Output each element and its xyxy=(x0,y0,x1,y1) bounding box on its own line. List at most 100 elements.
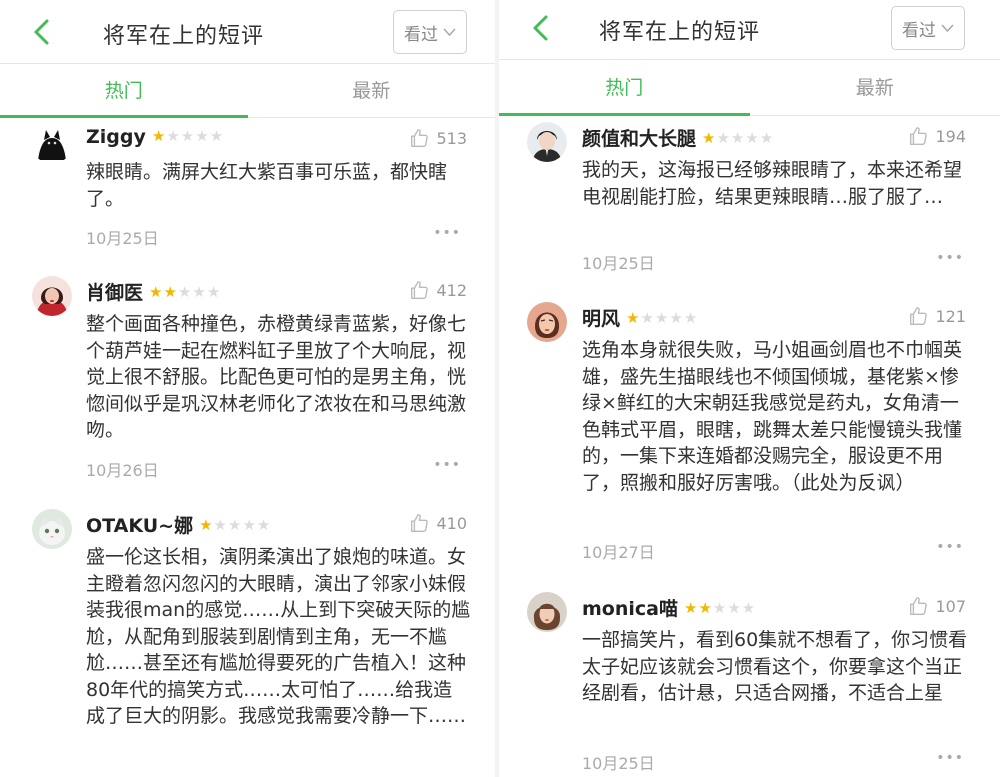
like-button[interactable]: 412 xyxy=(408,279,467,301)
username[interactable]: monica喵 ★★★★★ xyxy=(582,594,756,621)
comment-list: Ziggy ★★★★★ 513 辣眼睛。满屏大红大紫百事可乐蓝，都快瞎了。 10月… xyxy=(0,119,495,727)
star-filled-icon: ★ xyxy=(698,599,713,617)
star-empty-icon: ★ xyxy=(716,129,731,147)
star-empty-icon: ★ xyxy=(730,129,746,147)
star-filled-icon: ★ xyxy=(626,309,641,327)
username-text: Ziggy xyxy=(86,126,146,148)
star-filled-icon: ★ xyxy=(199,516,214,534)
rating-stars: ★★★★★ xyxy=(152,127,224,145)
star-empty-icon: ★ xyxy=(256,516,272,534)
seen-label: 看过 xyxy=(404,24,438,45)
star-filled-icon: ★ xyxy=(683,599,699,617)
like-button[interactable]: 513 xyxy=(408,127,467,149)
comment-text: 整个画面各种撞色，赤橙黄绿青蓝紫，好像七个葫芦娃一起在燃料缸子里放了个大响屁，视… xyxy=(86,313,467,441)
star-empty-icon: ★ xyxy=(741,599,757,617)
like-count: 194 xyxy=(935,126,966,146)
chevron-down-icon xyxy=(443,27,456,36)
thumbs-up-icon xyxy=(910,307,928,325)
more-dots-icon[interactable]: ••• xyxy=(936,539,964,555)
tab-hot-label: 热门 xyxy=(605,77,644,99)
back-icon[interactable] xyxy=(529,12,553,44)
like-button[interactable]: 121 xyxy=(907,305,966,327)
star-empty-icon: ★ xyxy=(228,516,243,534)
star-empty-icon: ★ xyxy=(759,129,775,147)
like-count: 121 xyxy=(935,306,966,326)
tab-latest[interactable]: 最新 xyxy=(248,64,496,117)
more-dots-icon[interactable]: ••• xyxy=(936,250,964,266)
username-text: monica喵 xyxy=(582,598,678,620)
star-empty-icon: ★ xyxy=(712,599,728,617)
username-text: OTAKU~娜 xyxy=(86,515,194,537)
comment-date: 10月25日 xyxy=(86,229,159,248)
tab-bar: 热门 最新 xyxy=(0,64,495,118)
like-count: 410 xyxy=(436,513,467,533)
header: 将军在上的短评 看过 xyxy=(0,0,495,64)
more-dots-icon[interactable]: ••• xyxy=(433,225,461,241)
thumbs-up-icon xyxy=(411,129,429,147)
tab-bar: 热门 最新 xyxy=(499,60,1000,116)
tab-latest[interactable]: 最新 xyxy=(750,60,1000,115)
seen-dropdown[interactable]: 看过 xyxy=(393,10,467,54)
header: 将军在上的短评 看过 xyxy=(499,0,1000,60)
like-count: 107 xyxy=(935,596,966,616)
rating-stars: ★★★★★ xyxy=(149,283,221,301)
avatar[interactable] xyxy=(527,122,567,162)
comment-text: 一部搞笑片，看到60集就不想看了，你习惯看太子妃应该就会习惯看这个，你要拿这个当… xyxy=(582,629,968,704)
star-empty-icon: ★ xyxy=(640,309,655,327)
seen-dropdown[interactable]: 看过 xyxy=(891,6,965,50)
tab-hot-label: 热门 xyxy=(104,80,143,102)
tab-latest-label: 最新 xyxy=(855,77,894,99)
comment-item: OTAKU~娜 ★★★★★ 410 盛一伦这长相，演阴柔演出了娘炮的味道。女主瞪着… xyxy=(0,504,495,777)
star-empty-icon: ★ xyxy=(242,516,257,534)
username-text: 肖御医 xyxy=(86,282,144,304)
username[interactable]: 明风 ★★★★★ xyxy=(582,304,698,331)
tab-latest-label: 最新 xyxy=(352,80,391,102)
rating-stars: ★★★★★ xyxy=(199,516,271,534)
avatar[interactable] xyxy=(32,509,72,549)
star-empty-icon: ★ xyxy=(206,283,222,301)
chevron-down-icon xyxy=(941,23,954,32)
username[interactable]: Ziggy ★★★★★ xyxy=(86,126,224,148)
more-dots-icon[interactable]: ••• xyxy=(936,750,964,766)
comment-text: 盛一伦这长相，演阴柔演出了娘炮的味道。女主瞪着忽闪忽闪的大眼睛，演出了邻家小妹假… xyxy=(86,546,471,727)
comment-text: 选角本身就很失败，马小姐画剑眉也不巾帼英雄，盛先生描眼线也不倾国倾城，基佬紫×惨… xyxy=(582,339,963,494)
username[interactable]: 颜值和大长腿 ★★★★★ xyxy=(582,124,774,151)
rating-stars: ★★★★★ xyxy=(684,599,756,617)
star-filled-icon: ★ xyxy=(151,127,167,145)
star-empty-icon: ★ xyxy=(727,599,742,617)
star-empty-icon: ★ xyxy=(213,516,228,534)
star-empty-icon: ★ xyxy=(209,127,225,145)
star-empty-icon: ★ xyxy=(669,309,684,327)
page-title: 将军在上的短评 xyxy=(103,24,265,49)
like-button[interactable]: 194 xyxy=(907,125,966,147)
tab-indicator xyxy=(499,113,750,116)
comment-text: 辣眼睛。满屏大红大紫百事可乐蓝，都快瞎了。 xyxy=(86,161,448,210)
comment-date: 10月27日 xyxy=(582,543,655,562)
tab-hot[interactable]: 热门 xyxy=(0,64,248,118)
rating-stars: ★★★★★ xyxy=(626,309,698,327)
right-panel: 将军在上的短评 看过 热门 最新 颜值和大长腿 ★★★★★ 194 我的天，这海报… xyxy=(499,0,1000,777)
avatar[interactable] xyxy=(32,276,72,316)
username-text: 颜值和大长腿 xyxy=(582,128,697,150)
avatar[interactable] xyxy=(32,124,72,164)
comment-text: 我的天，这海报已经够辣眼睛了，本来还希望电视剧能打脸，结果更辣眼睛…服了服了… xyxy=(582,159,963,208)
username-text: 明风 xyxy=(582,308,621,330)
avatar[interactable] xyxy=(527,592,567,632)
username[interactable]: 肖御医 ★★★★★ xyxy=(86,278,221,305)
star-empty-icon: ★ xyxy=(177,283,193,301)
comment-item: 明风 ★★★★★ 121 选角本身就很失败，马小姐画剑眉也不巾帼英雄，盛先生描眼线… xyxy=(499,297,1000,587)
more-dots-icon[interactable]: ••• xyxy=(433,457,461,473)
like-button[interactable]: 107 xyxy=(907,595,966,617)
avatar[interactable] xyxy=(527,302,567,342)
tab-hot[interactable]: 热门 xyxy=(499,60,750,116)
like-button[interactable]: 410 xyxy=(408,512,467,534)
back-icon[interactable] xyxy=(30,16,54,48)
comment-item: 颜值和大长腿 ★★★★★ 194 我的天，这海报已经够辣眼睛了，本来还希望电视剧能… xyxy=(499,117,1000,289)
username[interactable]: OTAKU~娜 ★★★★★ xyxy=(86,511,271,538)
page-title: 将军在上的短评 xyxy=(599,20,761,45)
star-filled-icon: ★ xyxy=(702,129,717,147)
thumbs-up-icon xyxy=(910,597,928,615)
seen-label: 看过 xyxy=(902,20,936,41)
comment-date: 10月25日 xyxy=(582,754,655,773)
left-panel: 将军在上的短评 看过 热门 最新 Ziggy ★★★★★ 513 辣眼睛。满屏大红… xyxy=(0,0,495,777)
